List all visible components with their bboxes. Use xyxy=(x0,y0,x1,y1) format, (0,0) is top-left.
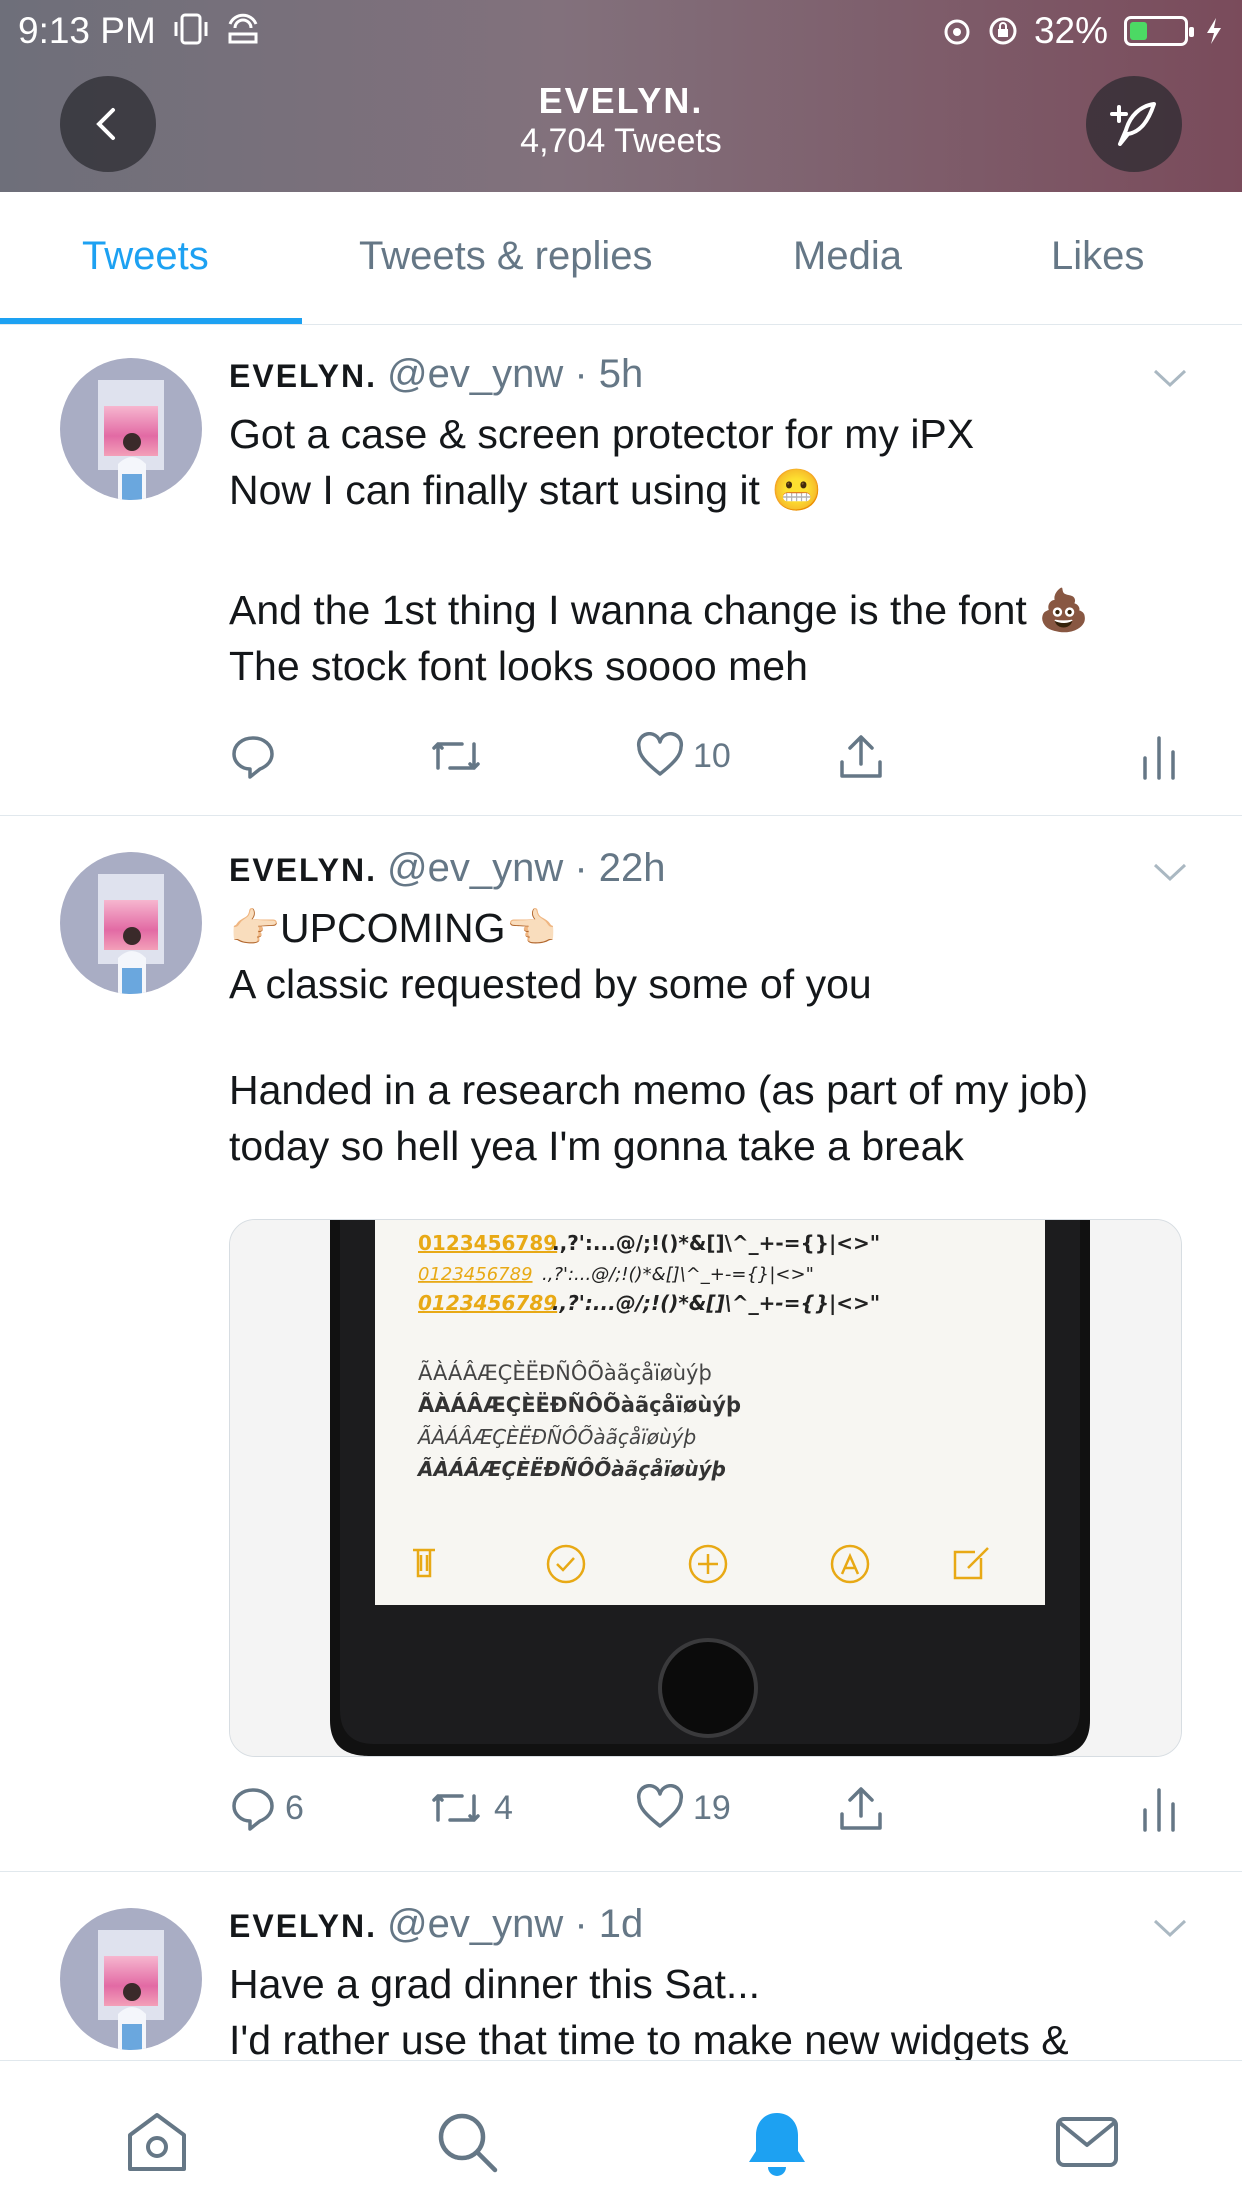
retweet-icon xyxy=(432,742,480,770)
page-title: EVELYN. xyxy=(538,80,704,121)
profile-header: 9:13 PM 32% EVELYN. 4,704 Tweets xyxy=(0,0,1242,192)
tweet-time: · 1d xyxy=(574,1902,644,1946)
status-bar: 9:13 PM 32% xyxy=(0,0,1242,60)
tweet-time: · 22h xyxy=(574,846,666,890)
tweet-author-name[interactable]: EVELYN. xyxy=(229,358,377,394)
active-tab-indicator xyxy=(0,318,302,324)
battery-icon xyxy=(1124,16,1194,46)
media-digits-3: 0123456789 xyxy=(418,1291,557,1315)
avatar[interactable] xyxy=(60,358,202,500)
vibrate-icon xyxy=(174,13,208,45)
share-button[interactable] xyxy=(836,1784,886,1834)
like-count: 10 xyxy=(693,736,731,775)
reply-button[interactable]: 6 xyxy=(229,1784,304,1832)
tweet-meta: EVELYN. @ev_ynw · 5h xyxy=(229,352,643,397)
messages-tab[interactable] xyxy=(1054,2109,1120,2180)
compose-tweet-button[interactable] xyxy=(1086,76,1182,172)
tweet-meta: EVELYN. @ev_ynw · 1d xyxy=(229,1902,643,1947)
media-accents-4: ÃÀÁÂÆÇÈËÐÑÔÕàãçåïøùýþ xyxy=(416,1457,726,1481)
retweet-count: 4 xyxy=(494,1788,513,1827)
tweet[interactable]: EVELYN. @ev_ynw · 22h 👉🏻UPCOMING👈🏻 A class… xyxy=(0,816,1242,1872)
tab-tweets[interactable]: Tweets xyxy=(82,234,209,279)
notifications-tab[interactable] xyxy=(744,2109,810,2184)
search-tab[interactable] xyxy=(434,2109,500,2180)
retweet-button[interactable]: 4 xyxy=(426,1784,513,1832)
profile-tabs: Tweets Tweets & replies Media Likes xyxy=(0,192,1242,325)
avatar[interactable] xyxy=(60,1908,202,2050)
analytics-icon xyxy=(1143,736,1175,780)
tab-media[interactable]: Media xyxy=(793,234,902,279)
tweet-media-image[interactable]: 0123456789 .,?':...@/;!()*&[]\^_+-={}|<>… xyxy=(229,1219,1182,1757)
alarm-icon xyxy=(944,19,970,45)
like-button[interactable]: 10 xyxy=(635,732,731,780)
tweet-time: · 5h xyxy=(574,352,644,396)
chevron-down-icon[interactable] xyxy=(1152,860,1188,884)
heart-icon xyxy=(636,1784,684,1828)
tweet-text: Have a grad dinner this Sat... I'd rather… xyxy=(229,1961,1069,2063)
tweet-handle: @ev_ynw xyxy=(386,846,564,890)
like-button[interactable]: 19 xyxy=(635,1784,731,1832)
media-accents-3: ÃÀÁÂÆÇÈËÐÑÔÕàãçåïøùýþ xyxy=(416,1425,696,1449)
bottom-tab-bar xyxy=(0,2060,1242,2209)
reply-icon xyxy=(232,1788,274,1831)
analytics-button[interactable] xyxy=(1139,732,1179,780)
compose-feather-icon xyxy=(1110,102,1156,146)
heart-icon xyxy=(636,732,684,776)
tweet-handle: @ev_ynw xyxy=(386,352,564,396)
reply-count: 6 xyxy=(285,1788,304,1827)
tweet-text: Got a case & screen protector for my iPX… xyxy=(229,411,1090,689)
analytics-icon xyxy=(1143,1788,1175,1832)
rotation-lock-icon xyxy=(989,17,1017,45)
retweet-button[interactable] xyxy=(426,732,494,780)
tweet-actions: 10 xyxy=(229,732,1189,792)
tweet[interactable]: EVELYN. @ev_ynw · 1d Have a grad dinner t… xyxy=(0,1872,1242,2063)
reply-icon xyxy=(232,736,274,779)
media-symbols-2: .,?':...@/;!()*&[]\^_+-={}|<>" xyxy=(542,1264,814,1285)
tweet-text: 👉🏻UPCOMING👈🏻 A classic requested by some … xyxy=(229,905,1089,1169)
chevron-down-icon[interactable] xyxy=(1152,366,1188,390)
charging-icon xyxy=(1207,18,1221,44)
mail-icon xyxy=(1056,2117,1118,2167)
status-notification-icons xyxy=(172,12,262,46)
chevron-down-icon[interactable] xyxy=(1152,1916,1188,1940)
home-icon xyxy=(128,2113,186,2171)
search-icon xyxy=(438,2113,498,2173)
media-accents-1: ÃÀÁÂÆÇÈËÐÑÔÕàãçåïøùýþ xyxy=(418,1359,712,1385)
signal-icon xyxy=(228,13,258,44)
share-icon xyxy=(840,735,882,778)
tweet-handle: @ev_ynw xyxy=(386,1902,564,1946)
media-symbols-1: .,?':...@/;!()*&[]\^_+-={}|<>" xyxy=(552,1231,880,1255)
bell-icon xyxy=(749,2113,805,2176)
tweet-author-name[interactable]: EVELYN. xyxy=(229,1908,377,1944)
retweet-icon xyxy=(432,1794,480,1822)
tab-tweets-replies[interactable]: Tweets & replies xyxy=(359,234,652,279)
media-accents-2: ÃÀÁÂÆÇÈËÐÑÔÕàãçåïøùýþ xyxy=(418,1392,741,1417)
analytics-button[interactable] xyxy=(1139,1784,1179,1832)
status-time: 9:13 PM xyxy=(18,10,156,51)
media-digits-1: 0123456789 xyxy=(418,1231,557,1255)
avatar[interactable] xyxy=(60,852,202,994)
tweet-meta: EVELYN. @ev_ynw · 22h xyxy=(229,846,666,891)
home-tab[interactable] xyxy=(124,2109,190,2180)
tweet-author-name[interactable]: EVELYN. xyxy=(229,852,377,888)
share-button[interactable] xyxy=(836,732,886,782)
like-count: 19 xyxy=(693,1788,731,1827)
media-symbols-3: .,?':...@/;!()*&[]\^_+-={}|<>" xyxy=(552,1291,880,1315)
tweet-count: 4,704 Tweets xyxy=(520,122,722,160)
tweet-actions: 6 4 19 xyxy=(229,1784,1189,1844)
reply-button[interactable] xyxy=(229,732,285,780)
battery-percent: 32% xyxy=(1033,10,1108,51)
tweet[interactable]: EVELYN. @ev_ynw · 5h Got a case & screen … xyxy=(0,326,1242,816)
share-icon xyxy=(840,1787,882,1830)
tab-likes[interactable]: Likes xyxy=(1051,234,1144,279)
media-digits-2: 0123456789 xyxy=(418,1264,533,1285)
